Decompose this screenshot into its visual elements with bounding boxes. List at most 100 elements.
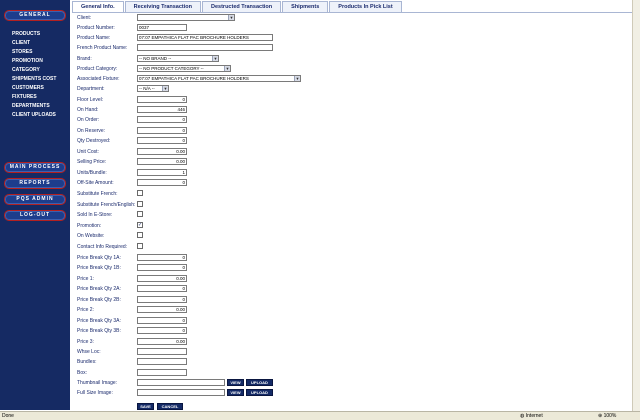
product-number-input[interactable]: 0037	[137, 24, 187, 31]
on-reserve-label: On Reserve:	[77, 128, 106, 134]
full-size-image-label: Full Size Image:	[77, 390, 113, 396]
sidebar-item-customers[interactable]: CUSTOMERS	[12, 84, 56, 93]
contact-info-required-label: Contact Info Required:	[77, 244, 128, 250]
on-reserve-input[interactable]: 0	[137, 127, 187, 134]
off-site-amount-input[interactable]: 0	[137, 179, 187, 186]
french-product-name-input[interactable]	[137, 44, 273, 51]
price-break-qty-2b-label: Price Break Qty 2B:	[77, 297, 121, 303]
box-label: Box:	[77, 370, 88, 376]
bundles-input[interactable]	[137, 358, 187, 365]
price-break-qty-2b-input[interactable]: 0	[137, 296, 187, 303]
on-hand-input[interactable]: 446	[137, 106, 187, 113]
thumbnail-upload-button[interactable]: UPLOAD	[246, 379, 273, 386]
price-break-qty-2a-input[interactable]: 0	[137, 285, 187, 292]
off-site-amount-label: Off-Site Amount:	[77, 180, 114, 186]
floor-level-input[interactable]: 0	[137, 96, 187, 103]
associated-fixture-select[interactable]: 07:07 EMPATHICA FLAT PAC BROCHURE HOLDER…	[137, 75, 301, 82]
thumbnail-image-input[interactable]	[137, 379, 225, 386]
product-number-label: Product Number:	[77, 25, 115, 31]
sidebar-item-promotion[interactable]: PROMOTION	[12, 57, 56, 66]
thumbnail-view-button[interactable]: VIEW	[227, 379, 244, 386]
zoom-value: 100%	[603, 413, 617, 419]
sidebar-item-shipments-cost[interactable]: SHIPMENTS COST	[12, 75, 56, 84]
sidebar-item-stores[interactable]: STORES	[12, 48, 56, 57]
on-website-checkbox[interactable]	[137, 232, 143, 238]
sidebar-item-category[interactable]: CATEGORY	[12, 66, 56, 75]
price-break-qty-1a-label: Price Break Qty 1A:	[77, 255, 121, 261]
department-label: Department:	[77, 86, 105, 92]
sidebar-item-fixtures[interactable]: FIXTURES	[12, 93, 56, 102]
product-name-input[interactable]: 07:07 EMPATHICA FLAT PAC BROCHURE HOLDER…	[137, 34, 273, 41]
department-select[interactable]: -- N/A -- ▼	[137, 85, 169, 92]
price-break-qty-3a-input[interactable]: 0	[137, 317, 187, 324]
chevron-down-icon: ▼	[228, 15, 234, 20]
zone-label: Internet	[525, 413, 543, 419]
price-1-input[interactable]: 0.00	[137, 275, 187, 282]
unit-cost-input[interactable]: 0.00	[137, 148, 187, 155]
reports-button[interactable]: REPORTS	[4, 178, 66, 189]
price-break-qty-1b-label: Price Break Qty 1B:	[77, 265, 121, 271]
qty-destroyed-label: Qty Destroyed:	[77, 138, 111, 144]
contact-info-required-checkbox[interactable]	[137, 243, 143, 249]
qty-destroyed-input[interactable]: 0	[137, 137, 187, 144]
pqs-admin-button[interactable]: PQS ADMIN	[4, 194, 66, 205]
full-size-upload-button[interactable]: UPLOAD	[246, 389, 273, 396]
price-break-qty-3b-label: Price Break Qty 3B:	[77, 328, 121, 334]
whse-loc-input[interactable]	[137, 348, 187, 355]
thumbnail-image-label: Thumbnail Image:	[77, 380, 118, 386]
sidebar-menu: PRODUCTS CLIENT STORES PROMOTION CATEGOR…	[12, 30, 56, 120]
price-break-qty-1a-input[interactable]: 0	[137, 254, 187, 261]
substitute-french-checkbox[interactable]	[137, 190, 143, 196]
substitute-french-english-checkbox[interactable]	[137, 201, 143, 207]
sidebar-item-products[interactable]: PRODUCTS	[12, 30, 56, 39]
log-out-button[interactable]: LOG-OUT	[4, 210, 66, 221]
full-size-image-input[interactable]	[137, 389, 225, 396]
price-1-label: Price 1:	[77, 276, 94, 282]
product-category-select-value: -- NO PRODUCT CATEGORY --	[139, 66, 204, 71]
promotion-label: Promotion:	[77, 223, 102, 229]
substitute-french-english-label: Substitute French/English:	[77, 202, 136, 208]
bundles-label: Bundles:	[77, 359, 97, 365]
price-2-label: Price 2:	[77, 307, 94, 313]
department-select-value: -- N/A --	[139, 86, 155, 91]
box-input[interactable]	[137, 369, 187, 376]
units-bundle-label: Units/Bundle:	[77, 170, 107, 176]
on-order-input[interactable]: 0	[137, 116, 187, 123]
on-order-label: On Order:	[77, 117, 100, 123]
product-name-label: Product Name:	[77, 35, 111, 41]
price-break-qty-3b-input[interactable]: 0	[137, 327, 187, 334]
price-3-input[interactable]: 0.00	[137, 338, 187, 345]
units-bundle-input[interactable]: 1	[137, 169, 187, 176]
promotion-checkbox[interactable]: ✓	[137, 222, 143, 228]
full-size-view-button[interactable]: VIEW	[227, 389, 244, 396]
floor-level-label: Floor Level:	[77, 97, 104, 103]
main-process-button[interactable]: MAIN PROCESS	[4, 162, 66, 173]
sidebar-item-client[interactable]: CLIENT	[12, 39, 56, 48]
substitute-french-label: Substitute French:	[77, 191, 118, 197]
price-break-qty-2a-label: Price Break Qty 2A:	[77, 286, 121, 292]
product-category-select[interactable]: -- NO PRODUCT CATEGORY -- ▼	[137, 65, 231, 72]
general-button[interactable]: GENERAL	[4, 10, 66, 21]
sidebar: GENERAL PRODUCTS CLIENT STORES PROMOTION…	[0, 0, 70, 410]
sidebar-item-departments[interactable]: DEPARTMENTS	[12, 102, 56, 111]
product-form: Client: ▼ Product Number: 0037 Product N…	[77, 0, 497, 420]
status-text: Done	[2, 413, 14, 419]
price-3-label: Price 3:	[77, 339, 94, 345]
sidebar-item-client-uploads[interactable]: CLIENT UPLOADS	[12, 111, 56, 120]
chevron-down-icon: ▼	[162, 86, 168, 91]
sold-in-estore-checkbox[interactable]	[137, 211, 143, 217]
brand-select[interactable]: -- NO BRAND -- ▼	[137, 55, 219, 62]
zoom-level[interactable]: ⊕ 100%	[598, 412, 616, 420]
client-select[interactable]: ▼	[137, 14, 235, 21]
client-label: Client:	[77, 15, 92, 21]
price-break-qty-1b-input[interactable]: 0	[137, 264, 187, 271]
cancel-button[interactable]: CANCEL	[157, 403, 183, 410]
vertical-scrollbar[interactable]	[632, 0, 640, 411]
selling-price-input[interactable]: 0.00	[137, 158, 187, 165]
on-hand-label: On Hand:	[77, 107, 99, 113]
price-2-input[interactable]: 0.00	[137, 306, 187, 313]
save-button[interactable]: SAVE	[137, 403, 154, 410]
brand-label: Brand:	[77, 56, 92, 62]
security-zone: ◍ Internet	[520, 412, 543, 420]
selling-price-label: Selling Price:	[77, 159, 107, 165]
